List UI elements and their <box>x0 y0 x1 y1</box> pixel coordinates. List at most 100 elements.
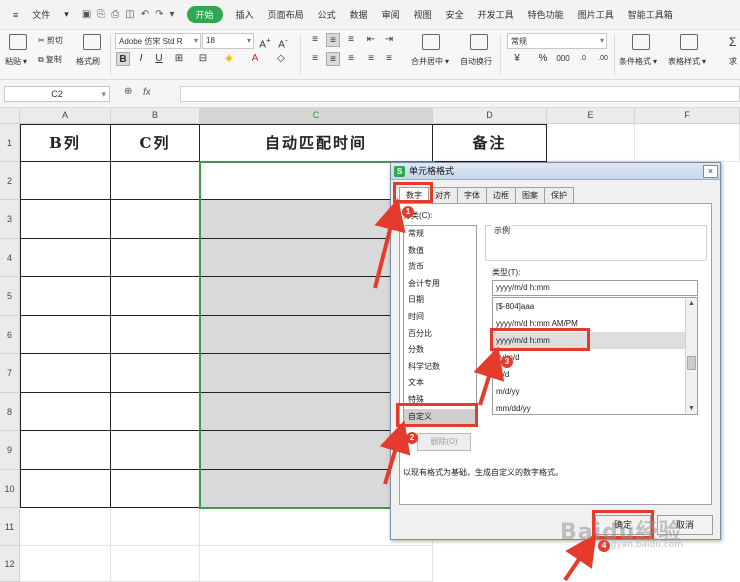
category-item[interactable]: 文本 <box>404 375 476 392</box>
type-item[interactable]: m/d <box>493 366 697 383</box>
font-name-select[interactable]: Adobe 仿宋 Std R <box>115 33 201 49</box>
category-item[interactable]: 数值 <box>404 243 476 260</box>
tab-number[interactable]: 数字 <box>399 187 429 204</box>
row-header-5[interactable]: 5 <box>0 277 20 316</box>
table-cell[interactable] <box>20 277 111 316</box>
column-header-e[interactable]: E <box>547 108 635 124</box>
category-list[interactable]: 常规 数值 货币 会计专用 日期 时间 百分比 分数 科学记数 文本 特殊 自定… <box>403 225 477 426</box>
category-item[interactable]: 日期 <box>404 292 476 309</box>
cell-e1[interactable] <box>547 124 635 162</box>
table-cell[interactable] <box>20 354 111 393</box>
table-cell[interactable] <box>111 200 200 239</box>
type-input[interactable]: yyyy/m/d h:mm <box>492 280 698 296</box>
column-header-d[interactable]: D <box>433 108 547 124</box>
font-color-icon[interactable]: A <box>248 52 262 66</box>
format-painter-button[interactable]: 格式刷 <box>76 56 100 67</box>
type-item[interactable]: mm/dd/yy <box>493 400 697 414</box>
table-cell[interactable] <box>20 162 111 200</box>
delete-button[interactable]: 删除(D) <box>417 433 471 451</box>
category-item[interactable]: 货币 <box>404 259 476 276</box>
wrap-text-icon[interactable] <box>470 34 488 50</box>
row-header-4[interactable]: 4 <box>0 239 20 277</box>
decrease-decimal-icon[interactable]: .00 <box>596 52 610 66</box>
increase-font-icon[interactable]: A+ <box>258 33 272 50</box>
row-header-8[interactable]: 8 <box>0 393 20 431</box>
column-header-c[interactable]: C <box>200 108 433 124</box>
header-cell-b[interactable]: B列 <box>20 124 111 162</box>
type-list-scrollbar[interactable]: ▲ ▼ <box>685 298 697 414</box>
tab-security[interactable]: 安全 <box>439 8 471 21</box>
column-header-f[interactable]: F <box>635 108 740 124</box>
type-list[interactable]: [$-804]aaa yyyy/m/d h:mm AM/PM yyyy/m/d … <box>492 297 698 415</box>
table-cell[interactable] <box>111 277 200 316</box>
conditional-format-icon[interactable] <box>632 34 650 50</box>
merge-center-icon[interactable] <box>422 34 440 50</box>
table-cell[interactable] <box>111 470 200 508</box>
type-item[interactable]: [$-804]aaa <box>493 298 697 315</box>
table-cell[interactable] <box>111 316 200 354</box>
fill-color-icon[interactable]: ◈ <box>222 52 236 66</box>
file-menu[interactable]: 文件 <box>25 8 57 21</box>
scroll-thumb[interactable] <box>687 356 696 370</box>
select-all-corner[interactable] <box>0 108 20 124</box>
cancel-button[interactable]: 取消 <box>657 515 713 535</box>
category-item[interactable]: 百分比 <box>404 326 476 343</box>
table-cell[interactable] <box>111 239 200 277</box>
print-icon[interactable]: ⎙ <box>111 9 119 20</box>
row-header-7[interactable]: 7 <box>0 354 20 393</box>
align-left-icon[interactable]: ≡ <box>308 52 322 66</box>
clear-icon[interactable]: ◇ <box>274 52 288 66</box>
tab-insert[interactable]: 插入 <box>229 8 261 21</box>
category-item[interactable]: 特殊 <box>404 392 476 409</box>
tab-review[interactable]: 审阅 <box>375 8 407 21</box>
tab-border[interactable]: 边框 <box>486 187 516 203</box>
row-header-1[interactable]: 1 <box>0 124 20 162</box>
fx-icon[interactable]: fx <box>143 87 151 98</box>
tab-special-features[interactable]: 特色功能 <box>521 8 571 21</box>
save-icon[interactable]: ▣ <box>82 9 91 20</box>
tab-pattern[interactable]: 图案 <box>515 187 545 203</box>
type-item[interactable]: m/d/yy <box>493 383 697 400</box>
sum-icon[interactable]: Σ <box>729 35 736 49</box>
table-cell[interactable] <box>111 393 200 431</box>
table-cell[interactable] <box>20 200 111 239</box>
category-item[interactable]: 会计专用 <box>404 276 476 293</box>
paste-button[interactable]: 粘贴 ▾ <box>5 56 27 67</box>
type-item[interactable]: yy/m/d <box>493 349 697 366</box>
formula-input[interactable] <box>180 86 740 102</box>
cut-button[interactable]: ✂ 剪切 <box>38 35 63 46</box>
tab-data[interactable]: 数据 <box>343 8 375 21</box>
border-icon[interactable]: ⊞ <box>172 52 186 66</box>
tab-page-layout[interactable]: 页面布局 <box>261 8 311 21</box>
table-style-icon[interactable] <box>680 34 698 50</box>
row-header-3[interactable]: 3 <box>0 200 20 239</box>
distributed-icon[interactable]: ≡ <box>382 52 396 66</box>
type-item[interactable]: yyyy/m/d h:mm AM/PM <box>493 315 697 332</box>
bold-button[interactable]: B <box>116 52 130 66</box>
zoom-icon[interactable]: ⊕ <box>124 86 132 97</box>
hamburger-icon[interactable]: ≡ <box>6 10 25 20</box>
scroll-up-icon[interactable]: ▲ <box>686 298 697 309</box>
category-item[interactable]: 科学记数 <box>404 359 476 376</box>
undo-icon[interactable]: ↶ <box>141 9 149 20</box>
category-item[interactable]: 分数 <box>404 342 476 359</box>
tab-smart-toolbox[interactable]: 智能工具箱 <box>621 8 680 21</box>
chevron-down-icon[interactable]: ▾ <box>57 9 76 20</box>
preview-icon[interactable]: ◫ <box>125 9 134 20</box>
table-cell[interactable] <box>111 354 200 393</box>
justify-icon[interactable]: ≡ <box>364 52 378 66</box>
decrease-font-icon[interactable]: A- <box>276 33 290 50</box>
header-cell-auto-time[interactable]: 自动匹配时间 <box>200 124 433 162</box>
table-cell[interactable] <box>20 393 111 431</box>
tab-formulas[interactable]: 公式 <box>311 8 343 21</box>
align-top-icon[interactable]: ≡ <box>308 33 322 47</box>
export-icon[interactable]: ⎘ <box>97 9 105 20</box>
table-cell[interactable] <box>20 239 111 277</box>
currency-icon[interactable]: ¥ <box>510 52 524 66</box>
row-header-11[interactable]: 11 <box>0 508 20 546</box>
table-cell[interactable] <box>20 470 111 508</box>
italic-button[interactable]: I <box>134 52 148 66</box>
copy-button[interactable]: ⧉ 复制 <box>38 54 62 65</box>
align-center-icon[interactable]: ≡ <box>326 52 340 66</box>
scroll-down-icon[interactable]: ▼ <box>686 403 697 414</box>
